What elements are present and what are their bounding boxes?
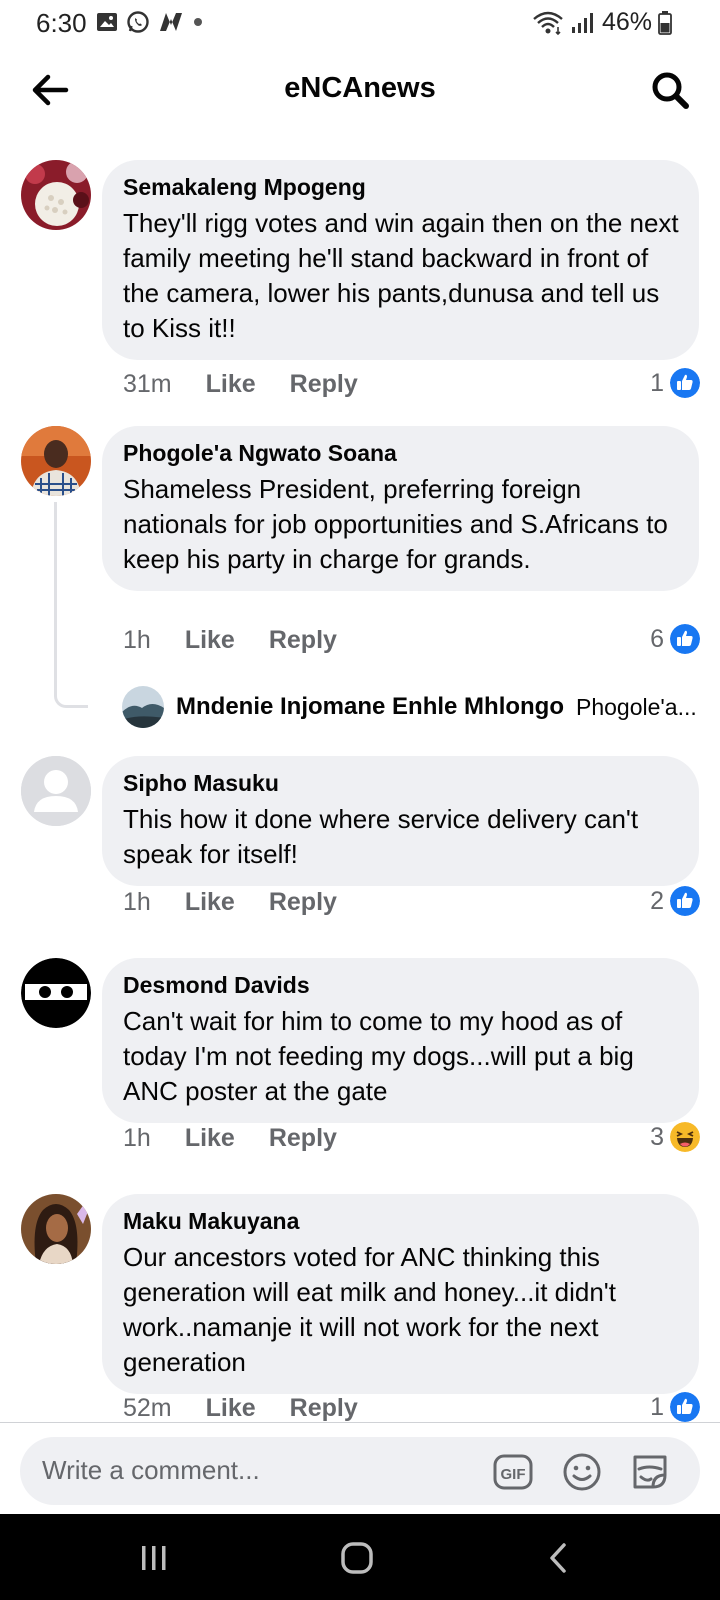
- battery-icon: [658, 10, 672, 35]
- gif-label: GIF: [501, 1466, 526, 1483]
- avatar[interactable]: [21, 426, 91, 496]
- comment-bubble[interactable]: Desmond Davids Can't wait for him to com…: [102, 958, 699, 1123]
- system-navigation-bar: [0, 1514, 720, 1600]
- comment-time: 1h: [123, 888, 151, 916]
- avatar[interactable]: [21, 160, 91, 230]
- reply-button[interactable]: Reply: [290, 370, 358, 399]
- reaction-summary[interactable]: 2: [650, 886, 700, 916]
- back-nav-icon[interactable]: [538, 1536, 582, 1580]
- comment-author[interactable]: Sipho Masuku: [123, 770, 679, 798]
- gallery-notification-icon: [97, 13, 117, 31]
- emoji-icon[interactable]: [561, 1451, 603, 1493]
- reaction-count: 2: [650, 886, 664, 915]
- status-time: 6:30: [36, 8, 87, 38]
- comment-time: 31m: [123, 370, 172, 398]
- comment-author[interactable]: Maku Makuyana: [123, 1208, 679, 1236]
- reaction-count: 3: [650, 1122, 664, 1151]
- comment-text: Shameless President, preferring foreign …: [123, 473, 668, 574]
- avatar[interactable]: [21, 958, 91, 1028]
- comments-list[interactable]: Semakaleng Mpogeng They'll rigg votes an…: [0, 150, 720, 1422]
- reaction-summary[interactable]: 3: [650, 1122, 700, 1152]
- reply-thread-line: [54, 502, 88, 708]
- reply-snippet: Phogole'a...: [576, 693, 697, 720]
- gif-icon[interactable]: GIF: [492, 1451, 534, 1493]
- reaction-summary[interactable]: 1: [650, 1392, 700, 1422]
- like-button[interactable]: Like: [185, 888, 235, 917]
- reply-button[interactable]: Reply: [269, 888, 337, 917]
- reaction-count: 6: [650, 624, 664, 653]
- whatsapp-notification-icon: [127, 11, 149, 33]
- reaction-count: 1: [650, 368, 664, 397]
- avatar[interactable]: [122, 686, 164, 728]
- reaction-summary[interactable]: 1: [650, 368, 700, 398]
- comment-time: 1h: [123, 1124, 151, 1152]
- sticker-icon[interactable]: [629, 1451, 671, 1493]
- signal-icon: [571, 12, 593, 33]
- more-notifications-dot-icon: [194, 18, 202, 26]
- app-header: eNCAnews: [0, 50, 720, 130]
- like-button[interactable]: Like: [185, 626, 235, 655]
- recent-apps-icon[interactable]: [132, 1536, 176, 1580]
- comment-text: They'll rigg votes and win again then on…: [123, 207, 679, 343]
- comment-time: 52m: [123, 1394, 172, 1422]
- avatar[interactable]: [21, 756, 91, 826]
- comment-author[interactable]: Semakaleng Mpogeng: [123, 174, 679, 202]
- search-icon[interactable]: [648, 68, 692, 112]
- comment-input[interactable]: [42, 1455, 462, 1486]
- reply-button[interactable]: Reply: [290, 1394, 358, 1422]
- like-button[interactable]: Like: [185, 1124, 235, 1153]
- comment-composer[interactable]: GIF: [20, 1437, 700, 1505]
- like-reaction-icon: [670, 368, 700, 398]
- comment-text: Can't wait for him to come to my hood as…: [123, 1005, 634, 1106]
- news-app-notification-icon: [160, 13, 182, 31]
- reaction-summary[interactable]: 6: [650, 624, 700, 654]
- wifi-icon: [533, 11, 563, 35]
- comment-bubble[interactable]: Maku Makuyana Our ancestors voted for AN…: [102, 1194, 699, 1394]
- reply-preview[interactable]: Mndenie Injomane Enhle Mhlongo Phogole'a…: [122, 686, 702, 728]
- haha-reaction-icon: [670, 1122, 700, 1152]
- like-reaction-icon: [670, 1392, 700, 1422]
- comment-text: Our ancestors voted for ANC thinking thi…: [123, 1241, 616, 1377]
- comment-composer-bar: GIF: [0, 1422, 720, 1514]
- reply-author: Mndenie Injomane Enhle Mhlongo: [176, 693, 564, 720]
- battery-percent: 46%: [601, 8, 652, 36]
- comment-bubble[interactable]: Phogole'a Ngwato Soana Shameless Preside…: [102, 426, 699, 591]
- like-button[interactable]: Like: [206, 370, 256, 399]
- like-reaction-icon: [670, 624, 700, 654]
- reply-button[interactable]: Reply: [269, 626, 337, 655]
- like-reaction-icon: [670, 886, 700, 916]
- page-title: eNCAnews: [284, 72, 436, 104]
- home-icon[interactable]: [335, 1536, 379, 1580]
- comment-time: 1h: [123, 626, 151, 654]
- comment-bubble[interactable]: Semakaleng Mpogeng They'll rigg votes an…: [102, 160, 699, 360]
- status-bar: 6:30 46%: [0, 0, 720, 46]
- reaction-count: 1: [650, 1392, 664, 1421]
- like-button[interactable]: Like: [206, 1394, 256, 1422]
- comment-author[interactable]: Phogole'a Ngwato Soana: [123, 440, 679, 468]
- avatar[interactable]: [21, 1194, 91, 1264]
- comment-bubble[interactable]: Sipho Masuku This how it done where serv…: [102, 756, 699, 886]
- comment-author[interactable]: Desmond Davids: [123, 972, 679, 1000]
- reply-button[interactable]: Reply: [269, 1124, 337, 1153]
- comment-text: This how it done where service delivery …: [123, 803, 639, 869]
